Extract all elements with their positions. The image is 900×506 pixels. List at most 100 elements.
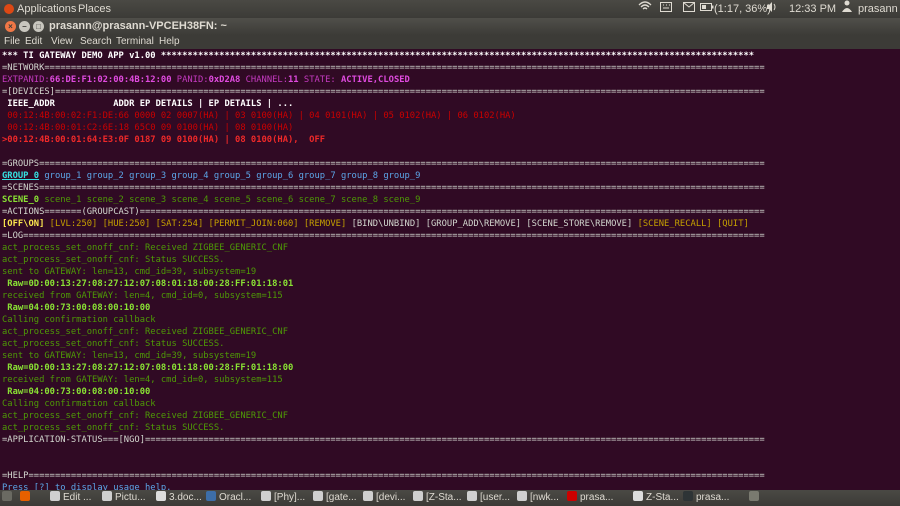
- firefox-button[interactable]: [20, 491, 47, 505]
- taskbar-item-label: Pictu...: [115, 492, 146, 503]
- terminal-text-segment: =NETWORK================================…: [2, 63, 765, 73]
- terminal-text-segment: act_process_set_onoff_cnf: Status SUCCES…: [2, 339, 225, 349]
- terminal-text-segment: =GROUPS=================================…: [2, 159, 765, 169]
- clock[interactable]: 12:33 PM: [789, 0, 836, 18]
- terminal-line: sent to GATEWAY: len=13, cmd_id=39, subs…: [2, 350, 898, 362]
- terminal-line: act_process_set_onoff_cnf: Received ZIGB…: [2, 242, 898, 254]
- battery-icon[interactable]: [700, 0, 714, 18]
- menu-terminal[interactable]: Terminal: [116, 35, 154, 49]
- terminal-text-segment: >00:12:4B:00:01:64:E3:0F 0187 09 0100(HA…: [2, 135, 326, 145]
- terminal-text-segment: received from GATEWAY: len=4, cmd_id=0, …: [2, 291, 283, 301]
- terminal-text-segment: act_process_set_onoff_cnf: Received ZIGB…: [2, 243, 288, 253]
- gedit-icon: [50, 491, 60, 501]
- picture-icon: [102, 491, 112, 501]
- terminal-icon: [567, 491, 577, 501]
- terminal-icon: [683, 491, 693, 501]
- workspace-icon: [749, 491, 759, 501]
- terminal-line: EXTPANID:66:DE:F1:02:00:4B:12:00 PANID:0…: [2, 74, 898, 86]
- terminal-line: *** TI GATEWAY DEMO APP v1.00 **********…: [2, 50, 898, 62]
- terminal-text-segment: =LOG====================================…: [2, 231, 765, 241]
- terminal-line: =GROUPS=================================…: [2, 158, 898, 170]
- terminal-line: GROUP_0 group_1 group_2 group_3 group_4 …: [2, 170, 898, 182]
- menu-edit[interactable]: Edit: [25, 35, 42, 49]
- terminal-line: Raw=04:00:73:00:08:00:10:00: [2, 302, 898, 314]
- terminal-line: act_process_set_onoff_cnf: Received ZIGB…: [2, 410, 898, 422]
- minimize-icon[interactable]: –: [19, 21, 30, 32]
- ubuntu-logo-icon: [4, 4, 14, 14]
- terminal-line: Press [?] to display usage help.: [2, 482, 898, 490]
- terminal-line: =LOG====================================…: [2, 230, 898, 242]
- taskbar-item[interactable]: [Phy]...: [261, 491, 310, 505]
- terminal-line: Calling confirmation callback: [2, 314, 898, 326]
- terminal-text-segment: act_process_set_onoff_cnf: Status SUCCES…: [2, 423, 225, 433]
- terminal-text-segment: GROUP_0: [2, 171, 40, 181]
- taskbar-item-label: prasa...: [580, 492, 614, 503]
- places-menu[interactable]: Places: [78, 0, 111, 18]
- terminal-line: 00:12:4B:00:01:C2:6E:18 65C0 09 0100(HA)…: [2, 122, 898, 134]
- document-icon: [156, 491, 166, 501]
- show-desktop-button[interactable]: [2, 491, 17, 505]
- terminal-output[interactable]: *** TI GATEWAY DEMO APP v1.00 **********…: [2, 50, 898, 490]
- top-panel: Applications Places (1:17, 36%) 12:33 PM…: [0, 0, 900, 18]
- terminal-text-segment: Press [?] to display usage help.: [2, 483, 172, 490]
- taskbar-item[interactable]: [Z-Sta...: [413, 491, 464, 505]
- taskbar-item[interactable]: Pictu...: [102, 491, 153, 505]
- terminal-line: SCENE_0 scene_1 scene_2 scene_3 scene_4 …: [2, 194, 898, 206]
- terminal-line: =HELP===================================…: [2, 470, 898, 482]
- taskbar-item[interactable]: [gate...: [313, 491, 360, 505]
- mail-icon[interactable]: [683, 0, 695, 18]
- close-icon[interactable]: ×: [5, 21, 16, 32]
- terminal-text-segment: =[DEVICES]==============================…: [2, 87, 765, 97]
- user-icon[interactable]: [842, 0, 852, 18]
- taskbar-item[interactable]: Oracl...: [206, 491, 258, 505]
- taskbar-item-label: [nwk...: [530, 492, 559, 503]
- terminal-text-segment: =ACTIONS=======(GROUPCAST)==============…: [2, 207, 765, 217]
- taskbar-item[interactable]: [nwk...: [517, 491, 564, 505]
- menu-file[interactable]: File: [4, 35, 20, 49]
- taskbar-item-label: [Z-Sta...: [426, 492, 462, 503]
- window-titlebar[interactable]: × – □ prasann@prasann-VPCEH38FN: ~: [0, 18, 900, 35]
- network-icon[interactable]: [638, 0, 652, 18]
- terminal-text-segment: =HELP===================================…: [2, 471, 765, 481]
- terminal-line: Raw=0D:00:13:27:08:27:12:07:08:01:18:00:…: [2, 278, 898, 290]
- taskbar-item[interactable]: 3.doc...: [156, 491, 203, 505]
- taskbar-item[interactable]: Edit ...: [50, 491, 99, 505]
- terminal-line: act_process_set_onoff_cnf: Received ZIGB…: [2, 326, 898, 338]
- terminal-text-segment: SCENE_0: [2, 195, 40, 205]
- menu-help[interactable]: Help: [159, 35, 180, 49]
- terminal-text-segment: act_process_set_onoff_cnf: Received ZIGB…: [2, 411, 288, 421]
- keyboard-icon[interactable]: [660, 0, 672, 18]
- terminal-line: IEEE_ADDR ADDR EP DETAILS | EP DETAILS |…: [2, 98, 898, 110]
- maximize-icon[interactable]: □: [33, 21, 44, 32]
- workspace-button[interactable]: [749, 491, 766, 505]
- taskbar: Edit ... Pictu... 3.doc... Oracl... [Phy]...…: [0, 490, 900, 506]
- terminal-line: Raw=04:00:73:00:08:00:10:00: [2, 386, 898, 398]
- terminal-line: 00:12:4B:00:02:F1:DE:66 0000 02 0007(HA)…: [2, 110, 898, 122]
- terminal-text-segment: 0xD2A8: [208, 75, 241, 85]
- taskbar-item[interactable]: prasa...: [683, 491, 746, 505]
- editor-icon: [467, 491, 477, 501]
- user-name[interactable]: prasann: [858, 0, 898, 18]
- taskbar-item[interactable]: Z-Sta...: [633, 491, 680, 505]
- taskbar-item-label: Z-Sta...: [646, 492, 679, 503]
- terminal-text-segment: [LVL:250] [HUE:250] [SAT:254] [PERMIT_JO…: [44, 219, 352, 229]
- taskbar-item[interactable]: [user...: [467, 491, 514, 505]
- terminal-line: Calling confirmation callback: [2, 398, 898, 410]
- terminal-text-segment: 66:DE:F1:02:00:4B:12:00: [49, 75, 172, 85]
- terminal-text-segment: =APPLICATION-STATUS===[NGO]=============…: [2, 435, 765, 445]
- terminal-text-segment: sent to GATEWAY: len=13, cmd_id=39, subs…: [2, 267, 257, 277]
- terminal-text-segment: =SCENES=================================…: [2, 183, 765, 193]
- terminal-line: =APPLICATION-STATUS===[NGO]=============…: [2, 434, 898, 446]
- menu-search[interactable]: Search: [80, 35, 112, 49]
- terminal-line: received from GATEWAY: len=4, cmd_id=0, …: [2, 290, 898, 302]
- applications-menu[interactable]: Applications: [17, 0, 76, 18]
- terminal-text-segment: STATE:: [298, 75, 341, 85]
- menu-view[interactable]: View: [51, 35, 73, 49]
- terminal-text-segment: ACTIVE,CLOSED: [340, 75, 410, 85]
- terminal-line: act_process_set_onoff_cnf: Status SUCCES…: [2, 338, 898, 350]
- taskbar-item[interactable]: prasa...: [567, 491, 630, 505]
- volume-icon[interactable]: [766, 0, 778, 18]
- taskbar-item[interactable]: [devi...: [363, 491, 410, 505]
